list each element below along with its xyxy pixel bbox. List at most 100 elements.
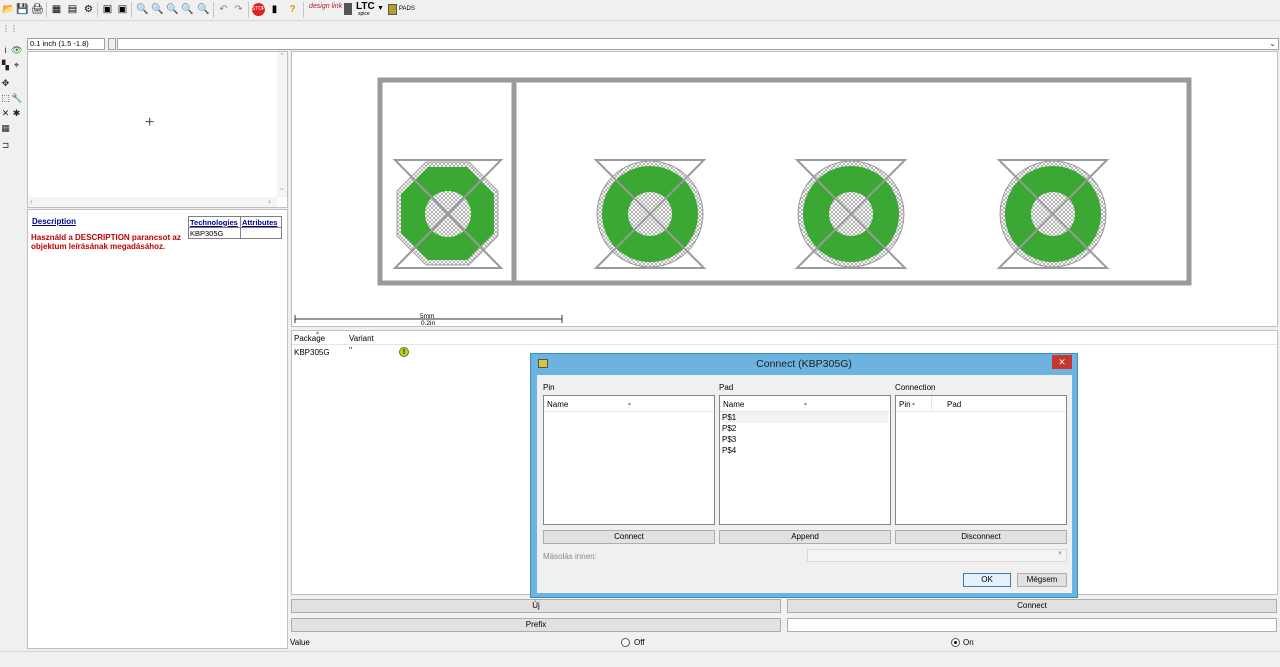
smd-icon[interactable]: ⊐: [0, 140, 11, 151]
show-icon[interactable]: 👁: [11, 45, 22, 56]
delete-icon[interactable]: ✕: [0, 108, 11, 119]
close-button[interactable]: ✕: [1052, 355, 1072, 369]
drc-icon[interactable]: ▮: [268, 3, 281, 16]
cam-icon[interactable]: ▦: [50, 3, 63, 16]
connect-button[interactable]: Connect: [787, 599, 1277, 613]
info-icon[interactable]: i: [0, 45, 11, 56]
append-button[interactable]: Append: [719, 530, 891, 544]
left-tool-strip: i 👁 ▚ ⌖ ✥ ⬚ 🔧 ✕ ✱ ▦ ⊐: [0, 40, 26, 667]
variant-row[interactable]: KBP305G '' !: [292, 346, 532, 358]
pad-list-item[interactable]: P$1: [722, 412, 888, 423]
attribute-cell: [240, 227, 282, 239]
script-icon[interactable]: ⚙: [82, 3, 95, 16]
command-line-input[interactable]: ⌄: [117, 38, 1279, 50]
cancel-button[interactable]: Mégsem: [1017, 573, 1067, 587]
value-on-label: On: [963, 638, 974, 647]
zoom-select-icon[interactable]: 🔍: [181, 3, 194, 16]
zoom-in-icon[interactable]: 🔍: [136, 3, 149, 16]
column-header-name[interactable]: Name: [547, 400, 568, 409]
prefix-field[interactable]: [787, 618, 1277, 632]
zoom-fit-icon[interactable]: 🔍: [166, 3, 179, 16]
display-icon[interactable]: ▚: [0, 60, 11, 71]
connection-group-label: Connection: [895, 383, 936, 392]
sort-up-icon: ▴: [804, 401, 808, 407]
mark-icon[interactable]: ⌖: [11, 60, 22, 71]
stop-icon[interactable]: STOP: [252, 3, 265, 16]
new-button[interactable]: Új: [291, 599, 781, 613]
preview-vertical-scrollbar[interactable]: ⌃ ⌄: [277, 52, 287, 197]
sort-up-icon: ▴: [912, 401, 916, 407]
board-icon[interactable]: ▤: [66, 3, 79, 16]
pin-list[interactable]: Name ▴: [543, 395, 715, 525]
variant-package-cell: KBP305G: [294, 348, 330, 357]
pin-group-label: Pin: [543, 383, 555, 392]
technologies-table: Technologies Attributes KBP305G: [188, 216, 282, 239]
pads-button[interactable]: PADS: [399, 6, 415, 12]
description-link[interactable]: Description: [32, 217, 76, 226]
scroll-left-icon[interactable]: ‹: [30, 197, 33, 206]
pad-list-item[interactable]: P$4: [722, 445, 736, 456]
change-icon[interactable]: 🔧: [11, 93, 22, 104]
pad-list-header: Name ▴: [720, 396, 890, 412]
copy-from-select[interactable]: ▼: [807, 549, 1067, 562]
grip-icon: ⋮⋮: [2, 24, 18, 33]
design-link-button[interactable]: design link: [309, 3, 342, 10]
value-on-radio[interactable]: [951, 638, 960, 647]
connection-list[interactable]: Pin ▴ Pad: [895, 395, 1067, 525]
technologies-link[interactable]: Technologies: [188, 216, 241, 228]
description-text: Használd a DESCRIPTION parancsot az obje…: [31, 233, 181, 251]
column-header-pad[interactable]: Pad: [947, 400, 961, 409]
pad-list[interactable]: Name ▴ P$1 P$2 P$3 P$4: [719, 395, 891, 525]
column-header-pin[interactable]: Pin: [899, 400, 911, 409]
pad-4[interactable]: [996, 159, 1110, 269]
pad-1[interactable]: [392, 159, 504, 269]
save-icon[interactable]: 💾: [16, 3, 29, 16]
dialog-connect-button[interactable]: Connect: [543, 530, 715, 544]
column-header-variant[interactable]: Variant: [349, 334, 374, 343]
warning-icon: !: [399, 347, 409, 357]
help-icon[interactable]: ?: [286, 3, 299, 16]
attributes-link[interactable]: Attributes: [240, 216, 282, 228]
print-icon[interactable]: 🖨: [31, 3, 44, 16]
run-ulp-icon[interactable]: ▣: [116, 3, 129, 16]
value-off-radio[interactable]: [621, 638, 630, 647]
coordinate-readout: 0.1 inch (1.5 -1.8): [27, 38, 105, 50]
zoom-last-icon[interactable]: 🔍: [197, 3, 210, 16]
prefix-button[interactable]: Prefix: [291, 618, 781, 632]
zoom-out-icon[interactable]: 🔍: [151, 3, 164, 16]
name-icon[interactable]: ✱: [11, 108, 22, 119]
column-header-package[interactable]: Package: [294, 334, 325, 343]
origin-cross-icon: +: [145, 114, 155, 131]
undo-icon[interactable]: ↶: [217, 3, 230, 16]
redo-icon[interactable]: ↷: [232, 3, 245, 16]
preview-horizontal-scrollbar[interactable]: ‹ ›: [28, 197, 277, 207]
connection-list-header: Pin ▴ Pad: [896, 396, 1066, 412]
value-off-label: Off: [634, 638, 645, 647]
sort-up-icon: ▴: [628, 401, 632, 407]
variant-list-header: Package ▴ Variant: [292, 330, 1277, 345]
pad-3[interactable]: [794, 159, 908, 269]
scroll-up-icon[interactable]: ⌃: [279, 52, 285, 60]
pad-icon[interactable]: ▦: [0, 123, 11, 134]
disconnect-button[interactable]: Disconnect: [895, 530, 1067, 544]
package-canvas[interactable]: 5mm 0.2in: [291, 51, 1278, 327]
pad-list-item[interactable]: P$3: [722, 434, 736, 445]
pad-list-item[interactable]: P$2: [722, 423, 736, 434]
ok-button[interactable]: OK: [963, 573, 1011, 587]
group-icon[interactable]: ⬚: [0, 93, 11, 104]
move-icon[interactable]: ✥: [0, 78, 11, 89]
scroll-down-icon[interactable]: ⌄: [279, 184, 285, 192]
symbol-preview: + ⌃ ⌄ ‹ ›: [27, 51, 288, 208]
open-icon[interactable]: 📂: [2, 3, 15, 16]
column-divider: [931, 396, 932, 411]
pad-2[interactable]: [593, 159, 707, 269]
ltspice-icon: [344, 3, 352, 15]
pads-icon: [388, 4, 397, 15]
scroll-right-icon[interactable]: ›: [268, 197, 271, 206]
column-header-name[interactable]: Name: [723, 400, 744, 409]
description-panel: Description Használd a DESCRIPTION paran…: [27, 209, 288, 649]
chevron-down-icon[interactable]: ⌄: [1269, 39, 1276, 49]
ulp-icon[interactable]: ▣: [101, 3, 114, 16]
chevron-down-icon[interactable]: ▼: [377, 5, 384, 12]
chevron-down-icon: ▼: [1057, 551, 1063, 557]
